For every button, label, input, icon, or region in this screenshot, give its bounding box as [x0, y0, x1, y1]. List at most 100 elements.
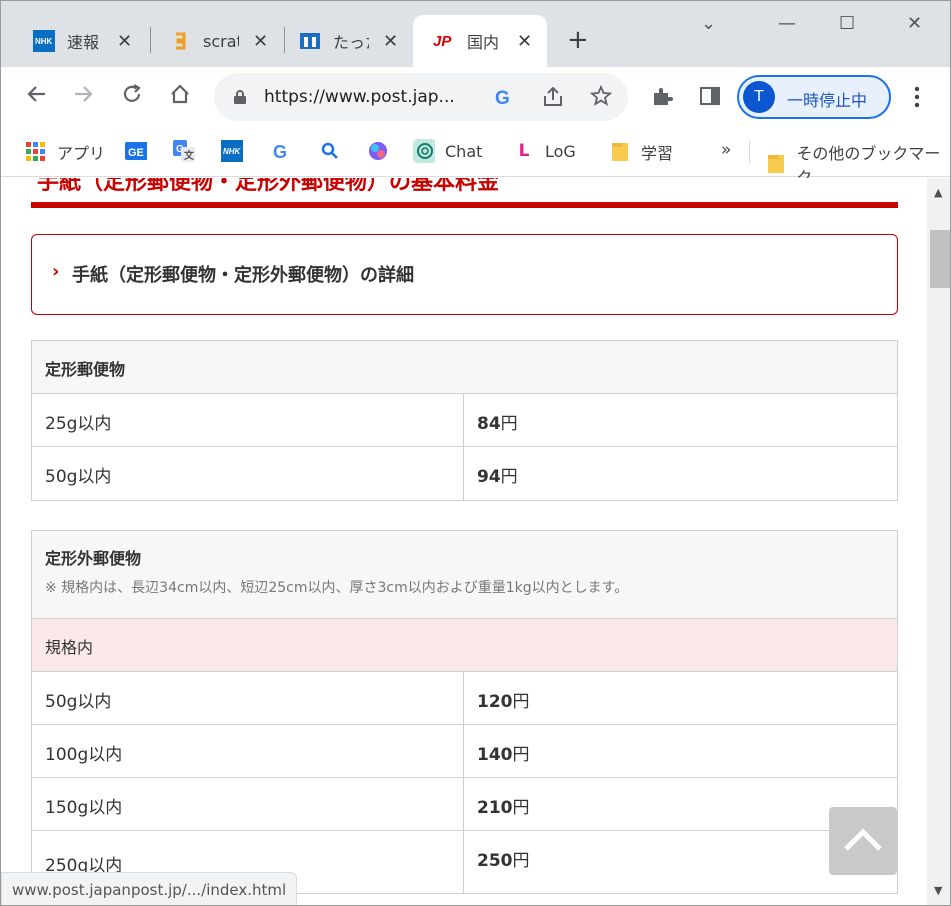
reload-icon[interactable]: [121, 83, 143, 111]
bookmark-search[interactable]: [319, 140, 351, 162]
maximize-icon[interactable]: ☐: [839, 13, 855, 34]
profile-status: 一時停止中: [787, 91, 868, 110]
teikei-table: 定形郵便物 25g以内 84円 50g以内 94円: [31, 340, 898, 501]
bookmarks-overflow-button[interactable]: »: [721, 140, 731, 160]
avatar: T: [743, 81, 775, 113]
svg-text:GE: GE: [128, 147, 144, 159]
url-text[interactable]: https://www.post.jap...: [264, 87, 455, 107]
tab-title: 国内: [467, 33, 500, 52]
chevron-right-icon: ›: [52, 261, 60, 282]
bookmark-docs[interactable]: GE: [125, 140, 157, 162]
share-icon[interactable]: [542, 86, 564, 112]
bookmark-label: Chat: [445, 141, 483, 161]
tab-title: たった: [333, 33, 369, 52]
bookmark-translate[interactable]: G文: [173, 140, 205, 162]
folder-icon: [609, 141, 631, 163]
bookmark-copilot[interactable]: [367, 140, 399, 162]
bookmark-chat[interactable]: Chat: [413, 139, 483, 163]
price-value: 84: [477, 414, 501, 434]
bookmark-apps[interactable]: アプリ: [25, 140, 105, 164]
google-docs-icon: GE: [125, 140, 147, 162]
copilot-icon: [367, 140, 389, 162]
bookmark-google[interactable]: G: [271, 140, 303, 162]
nhk-icon: NHK: [221, 140, 243, 162]
close-icon[interactable]: ✕: [117, 31, 132, 52]
address-bar[interactable]: https://www.post.jap...: [214, 73, 628, 121]
more-menu-icon[interactable]: [911, 85, 923, 114]
tatta-icon: [299, 30, 321, 52]
price-value: 140: [477, 745, 513, 765]
tab-search-chevron-icon[interactable]: ⌄: [701, 13, 716, 34]
tab-japanpost[interactable]: JP 国内 ✕: [413, 15, 547, 67]
back-arrow-icon[interactable]: [25, 83, 47, 111]
weight-cell: 150g以内: [32, 778, 464, 830]
weight-cell: 100g以内: [32, 725, 464, 777]
bookmark-label: アプリ: [57, 144, 106, 163]
tab-strip: NHK 速報 ✕ scrat ✕ たった ✕ JP 国内 ✕: [1, 1, 950, 67]
bookmark-nhk[interactable]: NHK: [221, 140, 253, 162]
nhk-icon: NHK: [33, 30, 55, 52]
page-content: 手紙（定形郵便物・定形外郵便物）の基本料金 › 手紙（定形郵便物・定形外郵便物）…: [1, 178, 927, 905]
bookmark-log[interactable]: L LoG: [513, 140, 576, 162]
side-panel-icon[interactable]: [699, 85, 721, 112]
vertical-scrollbar[interactable]: ▲ ▼: [927, 178, 950, 905]
tab-nhk[interactable]: NHK 速報 ✕: [13, 15, 147, 67]
price-unit: 円: [512, 745, 530, 765]
price-value: 94: [477, 467, 501, 487]
page-title: 手紙（定形郵便物・定形外郵便物）の基本料金: [37, 178, 500, 195]
tab-title: 速報: [67, 33, 100, 52]
close-icon[interactable]: ✕: [253, 31, 268, 52]
window-close-icon[interactable]: ✕: [907, 13, 922, 34]
bookmark-star-icon[interactable]: [589, 84, 613, 112]
bookmark-label: LoG: [545, 141, 576, 161]
price-value: 210: [477, 798, 513, 818]
profile-button[interactable]: T 一時停止中: [737, 75, 891, 119]
weight-cell: 25g以内: [32, 394, 464, 446]
apps-grid-icon: [25, 141, 47, 163]
detail-link-box[interactable]: › 手紙（定形郵便物・定形外郵便物）の詳細: [31, 234, 898, 315]
table-header: 定形郵便物: [32, 341, 897, 394]
teikeigai-table: 定形外郵便物 ※ 規格内は、長辺34cm以内、短辺25cm以内、厚さ3cm以内お…: [31, 530, 898, 894]
table-header: 定形外郵便物 ※ 規格内は、長辺34cm以内、短辺25cm以内、厚さ3cm以内お…: [32, 531, 897, 619]
price-cell: 140円: [464, 725, 897, 777]
close-icon[interactable]: ✕: [383, 31, 398, 52]
bookmarks-bar: アプリ GE G文 NHK G Chat L LoG 学習 » その他のブックマ…: [1, 127, 950, 187]
svg-text:NHK: NHK: [223, 147, 242, 156]
svg-text:G: G: [273, 142, 287, 161]
tab-scratch[interactable]: scrat ✕: [149, 15, 283, 67]
lock-icon: [234, 89, 246, 104]
status-bar-url: www.post.japanpost.jp/.../index.html: [1, 872, 298, 905]
tab-tatta[interactable]: たった ✕: [279, 15, 413, 67]
home-icon[interactable]: [169, 83, 191, 111]
folder-icon: [765, 153, 786, 175]
search-icon: [319, 140, 341, 162]
bookmark-folder-study[interactable]: 学習: [609, 140, 673, 164]
google-translate-icon: G文: [173, 140, 195, 162]
log-icon: L: [518, 141, 530, 161]
scroll-up-arrow-icon[interactable]: ▲: [934, 186, 942, 199]
table-row: 50g以内 120円: [32, 672, 897, 725]
minimize-icon[interactable]: —: [778, 13, 796, 34]
scrollbar-thumb[interactable]: [930, 230, 950, 288]
price-unit: 円: [512, 692, 530, 712]
price-cell: 94円: [464, 447, 897, 500]
price-unit: 円: [512, 798, 530, 818]
svg-text:文: 文: [184, 149, 195, 162]
table-row: 25g以内 84円: [32, 394, 897, 447]
table-note: ※ 規格内は、長辺34cm以内、短辺25cm以内、厚さ3cm以内および重量1kg…: [45, 580, 629, 596]
close-icon[interactable]: ✕: [517, 31, 532, 52]
scratch-icon: [169, 30, 191, 52]
new-tab-button[interactable]: +: [567, 25, 589, 55]
scroll-down-arrow-icon[interactable]: ▼: [934, 884, 942, 897]
detail-link[interactable]: 手紙（定形郵便物・定形外郵便物）の詳細: [72, 261, 414, 287]
google-lens-icon[interactable]: G: [495, 87, 515, 112]
back-to-top-button[interactable]: [829, 807, 897, 875]
price-cell: 120円: [464, 672, 897, 724]
forward-arrow-icon[interactable]: [73, 83, 95, 111]
table-row: 50g以内 94円: [32, 447, 897, 500]
extensions-icon[interactable]: [651, 85, 673, 112]
weight-cell: 50g以内: [32, 672, 464, 724]
heading-underline: [31, 202, 898, 208]
browser-window: NHK 速報 ✕ scrat ✕ たった ✕ JP 国内 ✕: [0, 0, 951, 906]
table-row: 150g以内 210円: [32, 778, 897, 831]
